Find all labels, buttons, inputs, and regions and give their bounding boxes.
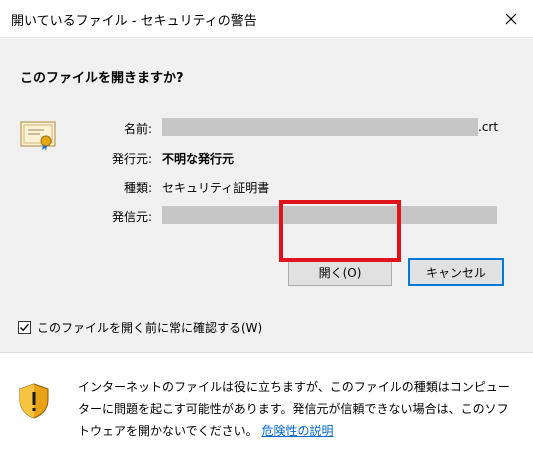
warning-message: インターネットのファイルは役に立ちますが、このファイルの種類はコンピューターに問… (78, 376, 518, 442)
warning-footer: インターネットのファイルは役に立ちますが、このファイルの種類はコンピューターに問… (0, 352, 533, 450)
dialog-question: このファイルを開きますか? (20, 71, 184, 86)
name-redacted (162, 118, 478, 136)
name-extension: .crt (478, 120, 499, 134)
cancel-button[interactable]: キャンセル (408, 258, 504, 286)
from-label: 発信元: (111, 210, 152, 224)
close-icon (505, 13, 517, 25)
name-label: 名前: (123, 122, 152, 136)
type-label: 種類: (123, 181, 152, 195)
shield-warning-icon (19, 383, 49, 419)
open-button-highlight (279, 200, 401, 262)
always-ask-checkbox[interactable] (18, 321, 31, 334)
open-button[interactable]: 開く(O) (288, 258, 392, 286)
window-title: 開いているファイル - セキュリティの警告 (11, 14, 257, 29)
certificate-icon (20, 121, 56, 151)
dialog-body: このファイルを開きますか? 名前: .crt 発行元: 不明な発行元 種類: セ… (0, 39, 533, 352)
publisher-label: 発行元: (111, 152, 152, 166)
always-ask-checkbox-row[interactable]: このファイルを開く前に常に確認する(W) (18, 319, 262, 336)
type-value: セキュリティ証明書 (162, 181, 270, 195)
close-button[interactable] (489, 0, 533, 38)
title-bar: 開いているファイル - セキュリティの警告 (0, 0, 533, 38)
checkmark-icon (20, 323, 30, 332)
publisher-value: 不明な発行元 (162, 152, 235, 166)
always-ask-label[interactable]: このファイルを開く前に常に確認する(W) (37, 319, 262, 336)
risk-explanation-link[interactable]: 危険性の説明 (261, 424, 333, 438)
